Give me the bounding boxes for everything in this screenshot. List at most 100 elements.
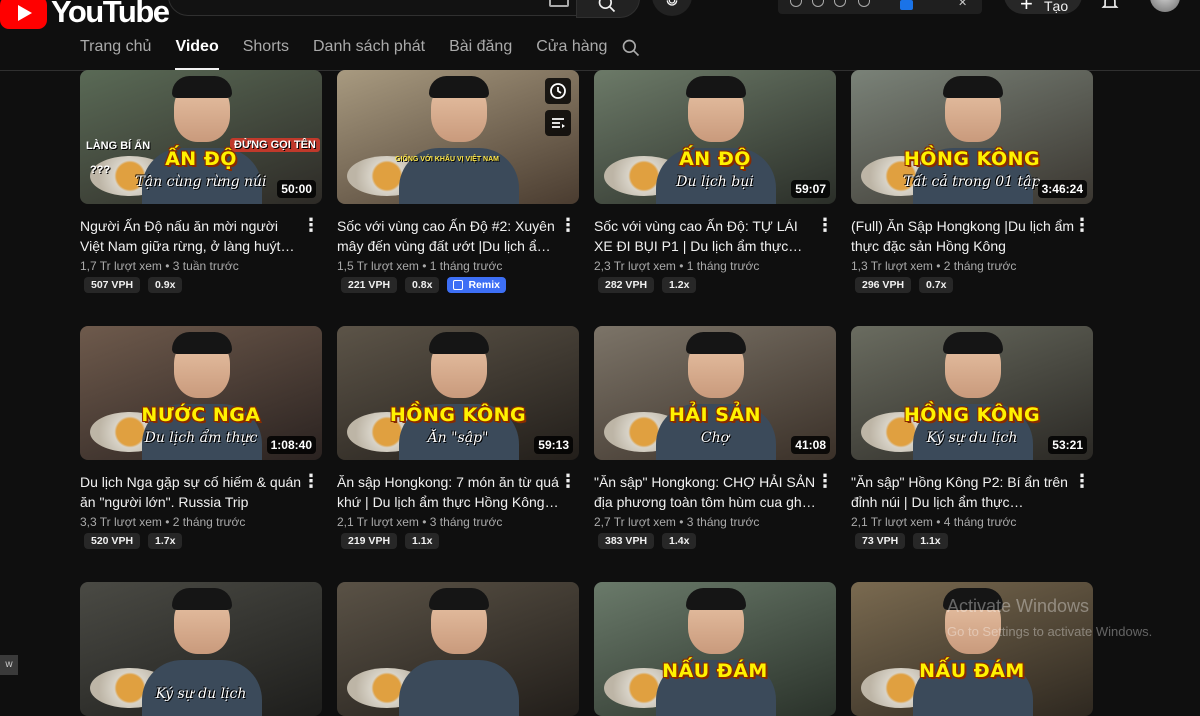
search-input[interactable] <box>187 0 531 5</box>
more-vert-icon[interactable]: ⋮ <box>559 216 577 234</box>
more-vert-icon[interactable]: ⋮ <box>559 472 577 490</box>
extension-badge-icon[interactable] <box>900 0 913 10</box>
video-card[interactable]: HỒNG KÔNG Tất cả trong 01 tập 3:46:24 (Full… <box>851 70 1093 293</box>
video-duration: 41:08 <box>791 436 830 454</box>
tab-shorts[interactable]: Shorts <box>243 28 289 70</box>
separator-dot: • <box>675 515 687 529</box>
thumbnail-person-hair <box>943 76 1003 98</box>
video-card[interactable]: GIỐNG VỚI KHẨU VỊ VIỆT NAM Sốc với vùng c… <box>337 70 579 293</box>
thumbnail-person-hair <box>172 332 232 354</box>
channel-search-icon[interactable] <box>621 38 641 58</box>
video-stats: 2,3 Tr lượt xem • 1 tháng trước <box>594 259 836 273</box>
view-count: 3,3 Tr lượt xem <box>80 515 162 529</box>
video-thumbnail[interactable]: HỒNG KÔNG Tất cả trong 01 tập 3:46:24 <box>851 70 1093 204</box>
ratio-badge: 0.9x <box>148 277 183 293</box>
extension-icon[interactable] <box>834 0 846 7</box>
thumbnail-tag: GIỐNG VỚI KHẨU VỊ VIỆT NAM <box>395 156 499 163</box>
video-title[interactable]: "Ăn sập" Hồng Kông P2: Bí ẩn trên đỉnh n… <box>851 472 1075 512</box>
separator-dot: • <box>418 515 430 529</box>
upload-age: 2 tháng trước <box>172 515 246 529</box>
video-title[interactable]: Ăn sập Hongkong: 7 món ăn từ quá khứ | D… <box>337 472 561 512</box>
search-icon <box>598 0 616 13</box>
view-count: 2,7 Tr lượt xem <box>594 515 676 529</box>
video-thumbnail[interactable]: LÀNG BÍ ẨN ĐỪNG GỌI TÊN??? ẤN ĐỘ Tận cùng r… <box>80 70 322 204</box>
video-card[interactable]: HỒNG KÔNG Ăn "sập" 59:13 Ăn sập Hongkong: 7… <box>337 326 579 549</box>
keyboard-icon[interactable] <box>549 0 569 7</box>
video-card[interactable]: ẤN ĐỘ Du lịch bụi 59:07 Sốc với vùng cao Ấn… <box>594 70 836 293</box>
search-button[interactable] <box>576 0 640 18</box>
video-card[interactable]: HẢI SẢN Chợ 41:08 "Ăn sập" Hongkong: CHỢ HẢ… <box>594 326 836 549</box>
more-vert-icon[interactable]: ⋮ <box>816 472 834 490</box>
video-duration: 53:21 <box>1048 436 1087 454</box>
view-count: 1,7 Tr lượt xem <box>80 259 162 273</box>
stat-badges: 507 VPH 0.9x <box>80 277 322 293</box>
separator-dot: • <box>418 259 430 273</box>
watch-later-icon[interactable] <box>545 78 571 104</box>
remix-badge[interactable]: Remix <box>447 277 506 293</box>
video-duration: 59:07 <box>791 180 830 198</box>
video-thumbnail[interactable]: NƯỚC NGA Du lịch ẩm thực 1:08:40 <box>80 326 322 460</box>
video-thumbnail[interactable]: HẢI SẢN Chợ 41:08 <box>594 326 836 460</box>
video-thumbnail[interactable]: HỒNG KÔNG Ăn "sập" 59:13 <box>337 326 579 460</box>
video-thumbnail[interactable]: HỒNG KÔNG Ký sự du lịch 53:21 <box>851 326 1093 460</box>
ratio-badge: 0.7x <box>919 277 954 293</box>
video-title[interactable]: Sốc với vùng cao Ấn Độ #2: Xuyên mây đến… <box>337 216 561 256</box>
thumbnail-title-text: HỒNG KÔNG <box>903 404 1041 426</box>
video-meta: Người Ấn Độ nấu ăn mời người Việt Nam gi… <box>80 216 322 293</box>
tab-home[interactable]: Trang chủ <box>80 28 151 70</box>
tab-videos[interactable]: Video <box>175 28 220 70</box>
thumbnail-title-text: ẤN ĐỘ <box>165 148 237 170</box>
more-vert-icon[interactable]: ⋮ <box>1073 472 1091 490</box>
youtube-play-icon <box>0 0 47 29</box>
video-title[interactable]: (Full) Ăn Sập Hongkong |Du lịch ẩm thực … <box>851 216 1075 256</box>
add-to-queue-icon[interactable] <box>545 110 571 136</box>
extension-icon[interactable] <box>790 0 802 7</box>
video-card[interactable]: Ký sự du lịch <box>80 582 322 716</box>
thumbnail-person-hair <box>943 332 1003 354</box>
more-vert-icon[interactable]: ⋮ <box>1073 216 1091 234</box>
extension-icon[interactable] <box>812 0 824 7</box>
video-thumbnail[interactable]: NẤU ĐÁM <box>594 582 836 716</box>
ratio-badge: 1.7x <box>148 533 183 549</box>
voice-search-button[interactable] <box>652 0 692 16</box>
video-card[interactable]: HỒNG KÔNG Ký sự du lịch 53:21 "Ăn sập" Hồng… <box>851 326 1093 549</box>
thumbnail-title-text: NẤU ĐÁM <box>919 660 1025 682</box>
bell-icon[interactable] <box>1100 0 1120 12</box>
remix-icon <box>453 280 464 290</box>
video-thumbnail[interactable]: Ký sự du lịch <box>80 582 322 716</box>
video-meta: Du lịch Nga gặp sự cố hiếm & quán ăn "ng… <box>80 472 322 549</box>
video-title[interactable]: Sốc với vùng cao Ấn Độ: TỰ LÁI XE ĐI BỤI… <box>594 216 818 256</box>
more-vert-icon[interactable]: ⋮ <box>302 472 320 490</box>
upload-age: 4 tháng trước <box>943 515 1017 529</box>
tab-store[interactable]: Cửa hàng <box>536 28 607 70</box>
create-button[interactable]: + Tạo <box>1004 0 1082 15</box>
video-title[interactable]: Người Ấn Độ nấu ăn mời người Việt Nam gi… <box>80 216 304 256</box>
thumbnail-title-text: NƯỚC NGA <box>141 404 261 426</box>
ratio-badge: 1.1x <box>405 533 440 549</box>
video-meta: "Ăn sập" Hongkong: CHỢ HẢI SẢN địa phươn… <box>594 472 836 549</box>
video-title[interactable]: Du lịch Nga gặp sự cố hiếm & quán ăn "ng… <box>80 472 304 512</box>
video-thumbnail[interactable] <box>337 582 579 716</box>
account-avatar[interactable] <box>1150 0 1180 12</box>
separator-dot: • <box>932 259 944 273</box>
thumbnail-title-text: ẤN ĐỘ <box>679 148 751 170</box>
video-card[interactable]: NẤU ĐÁM <box>594 582 836 716</box>
more-vert-icon[interactable]: ⋮ <box>302 216 320 234</box>
mic-icon <box>666 0 678 6</box>
close-icon[interactable]: ✕ <box>958 0 967 9</box>
video-card[interactable]: LÀNG BÍ ẨN ĐỪNG GỌI TÊN??? ẤN ĐỘ Tận cùng r… <box>80 70 322 293</box>
video-thumbnail[interactable]: GIỐNG VỚI KHẨU VỊ VIỆT NAM <box>337 70 579 204</box>
video-card[interactable] <box>337 582 579 716</box>
video-title[interactable]: "Ăn sập" Hongkong: CHỢ HẢI SẢN địa phươn… <box>594 472 818 512</box>
tab-posts[interactable]: Bài đăng <box>449 28 512 70</box>
thumbnail-title-text: HỒNG KÔNG <box>903 148 1041 170</box>
thumbnail-person-hair <box>429 76 489 98</box>
extension-icon[interactable] <box>858 0 870 7</box>
tab-playlists[interactable]: Danh sách phát <box>313 28 425 70</box>
video-duration: 50:00 <box>277 180 316 198</box>
video-thumbnail[interactable]: ẤN ĐỘ Du lịch bụi 59:07 <box>594 70 836 204</box>
video-card[interactable]: NƯỚC NGA Du lịch ẩm thực 1:08:40 Du lịch Ng… <box>80 326 322 549</box>
search-box[interactable] <box>168 0 578 16</box>
video-stats: 1,5 Tr lượt xem • 1 tháng trước <box>337 259 579 273</box>
more-vert-icon[interactable]: ⋮ <box>816 216 834 234</box>
